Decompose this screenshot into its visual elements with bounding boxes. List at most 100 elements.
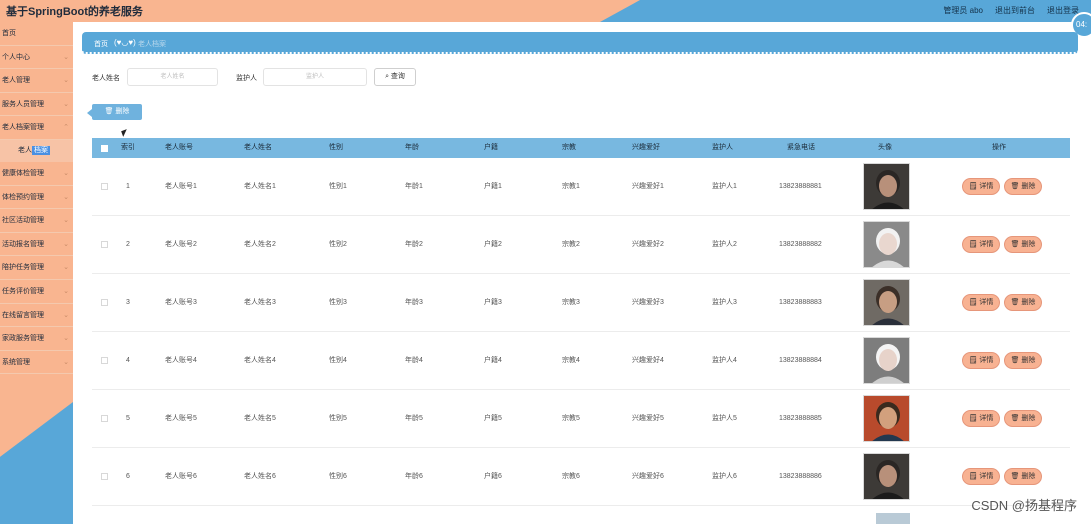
cell-huji: 户籍1 xyxy=(484,183,502,190)
cell-index: 5 xyxy=(126,415,130,422)
select-all-checkbox[interactable] xyxy=(101,145,108,152)
sidebar-item[interactable]: 在线留言管理 ⌄ xyxy=(0,304,73,328)
row-checkbox[interactable] xyxy=(101,473,108,480)
cell-age: 年龄4 xyxy=(405,357,423,364)
delete-button[interactable]: 🗑 删除 xyxy=(1004,352,1042,369)
cell-phone: 13823888886 xyxy=(779,473,822,480)
chevron-icon: ⌄ xyxy=(63,287,69,295)
delete-button[interactable]: 🗑 删除 xyxy=(1004,236,1042,253)
name-search-input[interactable]: 老人姓名 xyxy=(127,68,218,86)
cell-name: 老人姓名1 xyxy=(244,183,276,190)
cell-gender: 性别6 xyxy=(329,473,347,480)
breadcrumb-home[interactable]: 首页 xyxy=(94,39,108,49)
cell-guardian: 监护人3 xyxy=(712,299,737,306)
row-checkbox[interactable] xyxy=(101,357,108,364)
row-checkbox[interactable] xyxy=(101,241,108,248)
table-row: 5 老人账号5 老人姓名5 性别5 年龄5 户籍5 宗教5 兴趣爱好5 监护人5 13823888… xyxy=(92,390,1070,448)
elder-archive-table: 索引 老人账号 老人姓名 性别 年龄 户籍 宗教 兴趣爱好 监护人 紧急电话 头… xyxy=(92,138,1070,506)
sidebar-item[interactable]: 系统管理 ⌄ xyxy=(0,351,73,375)
detail-button[interactable]: 🗒 详情 xyxy=(962,468,1000,485)
row-checkbox[interactable] xyxy=(101,415,108,422)
cell-huji: 户籍3 xyxy=(484,299,502,306)
col-header-huji: 户籍 xyxy=(484,144,498,151)
guardian-search-input[interactable]: 监护人 xyxy=(263,68,367,86)
cell-index: 2 xyxy=(126,241,130,248)
logout-link[interactable]: 退出登录 xyxy=(1047,5,1079,16)
cell-age: 年龄5 xyxy=(405,415,423,422)
top-bar: 基于SpringBoot的养老服务 管理员 abo 退出到前台 退出登录 xyxy=(0,0,1091,22)
sidebar-item[interactable]: 家政服务管理 ⌄ xyxy=(0,327,73,351)
cell-phone: 13823888884 xyxy=(779,357,822,364)
sidebar-item[interactable]: 老人档案管理 ⌃ xyxy=(0,116,73,140)
cell-gender: 性别3 xyxy=(329,299,347,306)
cell-religion: 宗教6 xyxy=(562,473,580,480)
cell-age: 年龄3 xyxy=(405,299,423,306)
col-header-name: 老人姓名 xyxy=(244,144,272,151)
cell-index: 4 xyxy=(126,357,130,364)
sidebar-item-label: 服务人员管理 xyxy=(2,100,44,108)
cell-name: 老人姓名2 xyxy=(244,241,276,248)
sidebar-item[interactable]: 体检预约管理 ⌄ xyxy=(0,186,73,210)
cell-gender: 性别4 xyxy=(329,357,347,364)
batch-delete-button[interactable]: 🗑 删除 xyxy=(87,104,142,120)
sidebar-item[interactable]: 活动报名管理 ⌄ xyxy=(0,233,73,257)
cell-name: 老人姓名4 xyxy=(244,357,276,364)
cell-religion: 宗教3 xyxy=(562,299,580,306)
sidebar-subitem-elder-archive[interactable]: 老人 档案 xyxy=(0,139,73,162)
delete-button[interactable]: 🗑 删除 xyxy=(1004,294,1042,311)
cell-hobby: 兴趣爱好2 xyxy=(632,241,664,248)
sidebar-item[interactable]: 服务人员管理 ⌄ xyxy=(0,93,73,117)
sidebar-item[interactable]: 首页 xyxy=(0,22,73,46)
sidebar-item-label: 系统管理 xyxy=(2,358,30,366)
cell-account: 老人账号1 xyxy=(165,183,197,190)
sidebar-item-label: 老人管理 xyxy=(2,77,30,85)
col-header-index: 索引 xyxy=(121,144,135,151)
table-row: 4 老人账号4 老人姓名4 性别4 年龄4 户籍4 宗教4 兴趣爱好4 监护人4 13823888… xyxy=(92,332,1070,390)
sidebar-item[interactable]: 健康体检管理 ⌄ xyxy=(0,162,73,186)
avatar xyxy=(863,163,910,210)
cell-religion: 宗教2 xyxy=(562,241,580,248)
sidebar-item[interactable]: 陪护任务管理 ⌄ xyxy=(0,256,73,280)
cell-index: 6 xyxy=(126,473,130,480)
mouse-cursor-icon xyxy=(121,129,129,137)
detail-button[interactable]: 🗒 详情 xyxy=(962,352,1000,369)
delete-button[interactable]: 🗑 删除 xyxy=(1004,178,1042,195)
row-checkbox[interactable] xyxy=(101,183,108,190)
cell-account: 老人账号6 xyxy=(165,473,197,480)
cell-religion: 宗教4 xyxy=(562,357,580,364)
table-header: 索引 老人账号 老人姓名 性别 年龄 户籍 宗教 兴趣爱好 监护人 紧急电话 头… xyxy=(92,138,1070,158)
cell-name: 老人姓名5 xyxy=(244,415,276,422)
sidebar-item[interactable]: 老人管理 ⌄ xyxy=(0,69,73,93)
detail-button[interactable]: 🗒 详情 xyxy=(962,410,1000,427)
cell-guardian: 监护人6 xyxy=(712,473,737,480)
sidebar-item-label: 活动报名管理 xyxy=(2,240,44,248)
sidebar: 首页 个人中心 ⌄ 老人管理 ⌄ 服务人员管理 ⌄ 老人档案管理 ⌃ 老人 档案 健康体检管理 ⌄ 体… xyxy=(0,22,73,524)
chevron-icon: ⌄ xyxy=(63,53,69,61)
sidebar-item-label: 在线留言管理 xyxy=(2,311,44,319)
sidebar-item[interactable]: 个人中心 ⌄ xyxy=(0,46,73,70)
cell-account: 老人账号3 xyxy=(165,299,197,306)
cell-hobby: 兴趣爱好3 xyxy=(632,299,664,306)
col-header-guardian: 监护人 xyxy=(712,144,733,151)
cell-gender: 性别1 xyxy=(329,183,347,190)
cell-guardian: 监护人2 xyxy=(712,241,737,248)
detail-button[interactable]: 🗒 详情 xyxy=(962,294,1000,311)
row-checkbox[interactable] xyxy=(101,299,108,306)
sidebar-item[interactable]: 社区活动管理 ⌄ xyxy=(0,209,73,233)
delete-button[interactable]: 🗑 删除 xyxy=(1004,410,1042,427)
delete-button[interactable]: 🗑 删除 xyxy=(1004,468,1042,485)
sidebar-item[interactable]: 任务评价管理 ⌄ xyxy=(0,280,73,304)
chevron-icon: ⌄ xyxy=(63,335,69,343)
detail-button[interactable]: 🗒 详情 xyxy=(962,236,1000,253)
search-button[interactable]: ⌕ 查询 xyxy=(374,68,416,86)
cell-age: 年龄1 xyxy=(405,183,423,190)
detail-button[interactable]: 🗒 详情 xyxy=(962,178,1000,195)
breadcrumb: 首页 (♥◡♥) 老人档案 xyxy=(82,32,1078,54)
col-header-age: 年龄 xyxy=(405,144,419,151)
chevron-icon: ⌄ xyxy=(63,264,69,272)
cell-huji: 户籍2 xyxy=(484,241,502,248)
chevron-icon: ⌄ xyxy=(63,217,69,225)
to-front-link[interactable]: 退出到前台 xyxy=(995,5,1035,16)
sidebar-item-label: 陪护任务管理 xyxy=(2,264,44,272)
col-header-account: 老人账号 xyxy=(165,144,193,151)
